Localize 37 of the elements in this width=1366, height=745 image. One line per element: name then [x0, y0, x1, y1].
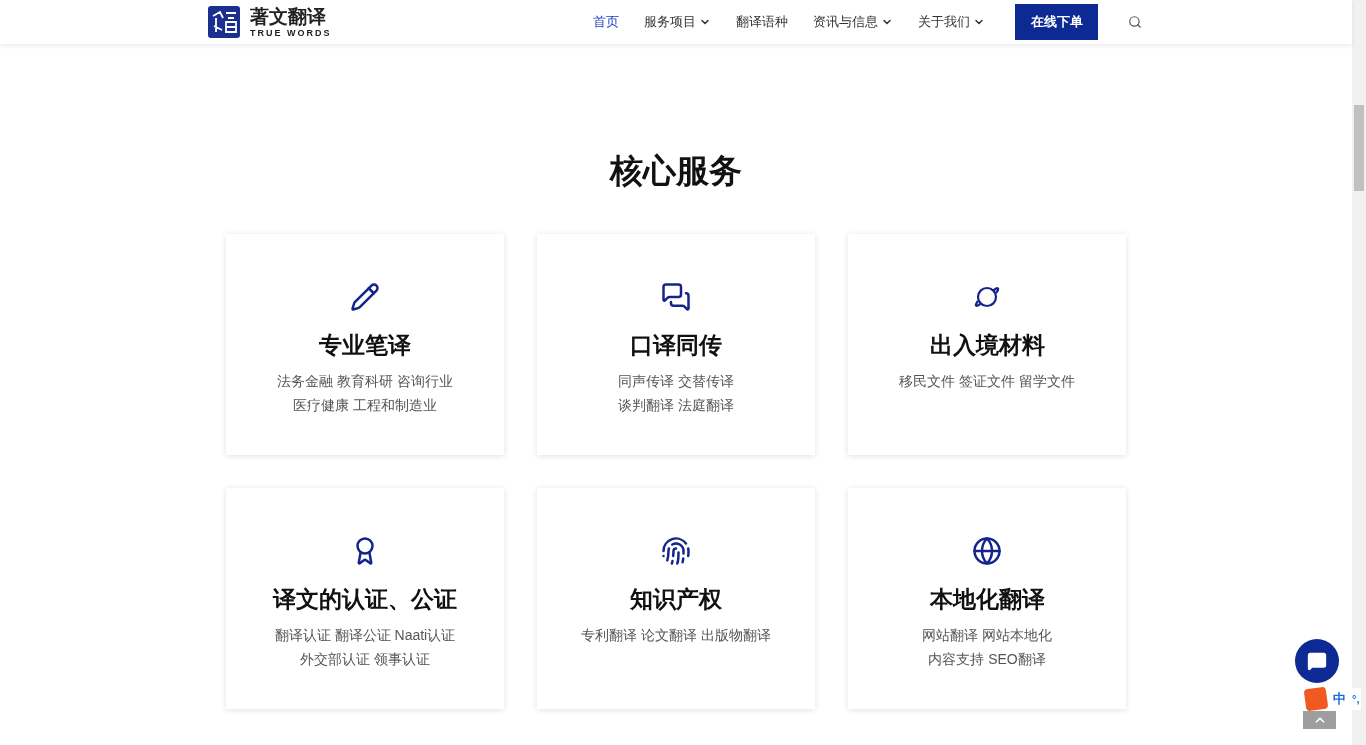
card-title: 译文的认证、公证	[273, 588, 457, 611]
card-title: 本地化翻译	[929, 588, 1045, 611]
logo-icon[interactable]	[208, 6, 240, 38]
card-text: 谈判翻译 法庭翻译	[618, 396, 734, 415]
card-text: 网站翻译 网站本地化	[922, 626, 1052, 645]
card-text: 翻译认证 翻译公证 Naati认证	[274, 626, 456, 645]
ime-mode: 中	[1333, 690, 1346, 709]
search-icon[interactable]	[1128, 15, 1142, 29]
scrollbar-thumb[interactable]	[1354, 105, 1364, 191]
logo-tagline: TRUE WORDS	[250, 28, 332, 38]
order-button[interactable]: 在线下单	[1015, 4, 1098, 40]
chat-button[interactable]	[1295, 639, 1339, 683]
card-title: 出入境材料	[929, 334, 1045, 357]
pencil-icon	[350, 282, 380, 312]
section-title: 核心服务	[610, 154, 742, 187]
chat-bubbles-icon	[661, 282, 691, 312]
ime-logo-icon	[1303, 686, 1329, 712]
fingerprint-icon	[661, 536, 691, 566]
nav-link[interactable]: 资讯与信息	[813, 12, 893, 32]
card-title: 口译同传	[630, 334, 722, 357]
card-text: 医疗健康 工程和制造业	[293, 396, 437, 415]
card-text: 法务金融 教育科研 咨询行业	[277, 372, 453, 391]
card-text: 移民文件 签证文件 留学文件	[899, 372, 1075, 391]
card-text: 专利翻译 论文翻译 出版物翻译	[581, 626, 771, 645]
ime-punctuation: °,	[1352, 691, 1360, 707]
card-text: 内容支持 SEO翻译	[928, 650, 1046, 669]
card-text: 外交部认证 领事认证	[300, 650, 430, 669]
nav-link[interactable]: 翻译语种	[736, 12, 788, 32]
card-title: 专业笔译	[319, 334, 411, 357]
card-text: 同声传译 交替传译	[618, 372, 734, 391]
nav-link[interactable]: 关于我们	[918, 12, 985, 32]
nav-link[interactable]: 首页	[593, 12, 619, 32]
message-icon	[1307, 651, 1327, 671]
globe-icon	[972, 536, 1002, 566]
nav-link[interactable]: 服务项目	[644, 12, 711, 32]
card-title: 知识产权	[630, 588, 722, 611]
logo-name: 著文翻译	[250, 6, 327, 26]
